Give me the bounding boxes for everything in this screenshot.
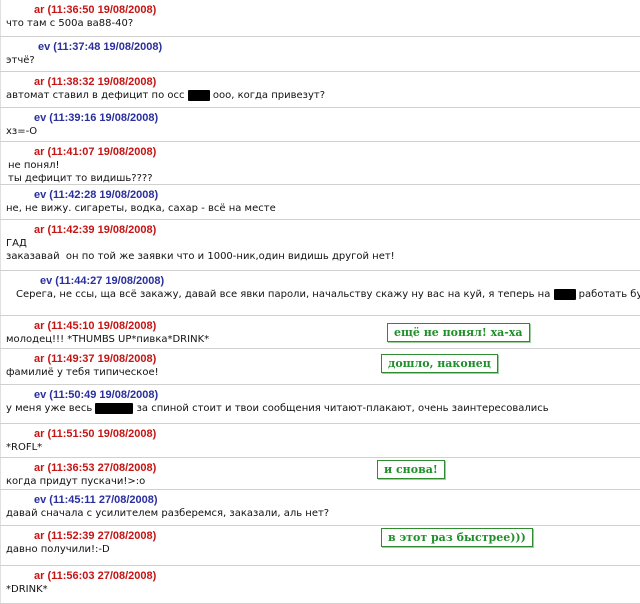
message-header: ar (11:52:39 27/08/2008) [34, 530, 157, 542]
message-header: ar (11:41:07 19/08/2008) [34, 146, 157, 158]
message-row: ar (11:52:39 27/08/2008) давно получили!:… [0, 526, 640, 566]
message-text: у меня уже весь за спиной стоит и твои с… [6, 402, 549, 414]
chat-log: ar (11:36:50 19/08/2008) что там с 500а в… [0, 0, 640, 604]
message-text: не, не вижу. сигареты, водка, сахар - вс… [6, 203, 276, 214]
message-header: ar (11:45:10 19/08/2008) [34, 320, 157, 332]
message-row: ev (11:44:27 19/08/2008) Серега, не ссы, … [0, 271, 640, 316]
message-row: ar (11:36:53 27/08/2008) когда придут пус… [0, 458, 640, 490]
message-row: ar (11:42:39 19/08/2008) ГАД заказавай он … [0, 220, 640, 271]
message-row: ev (11:42:28 19/08/2008) не, не вижу. сиг… [0, 185, 640, 220]
message-header: ev (11:50:49 19/08/2008) [34, 389, 159, 401]
message-header: ar (11:36:50 19/08/2008) [34, 4, 157, 16]
message-text: что там с 500а ва88-40? [6, 18, 134, 29]
message-row: ar (11:56:03 27/08/2008) *DRINK* [0, 566, 640, 604]
message-text: ты дефицит то видишь???? [8, 173, 153, 184]
message-text: давно получили!:-D [6, 544, 110, 555]
message-row: ev (11:37:48 19/08/2008) этчё? [0, 37, 640, 72]
message-header: ev (11:45:11 27/08/2008) [34, 494, 158, 506]
message-row: ar (11:38:32 19/08/2008) автомат ставил в… [0, 72, 640, 108]
message-text: *DRINK* [6, 584, 48, 595]
censor-block [95, 402, 134, 414]
message-row: ar (11:36:50 19/08/2008) что там с 500а в… [0, 0, 640, 37]
message-row: ar (11:49:37 19/08/2008) фамилиё у тебя т… [0, 349, 640, 385]
annotation-note: дошло, наконец [381, 354, 498, 373]
message-text: Серега, не ссы, ща всё закажу, давай все… [16, 288, 640, 300]
message-row: ar (11:45:10 19/08/2008) молодец!!! *THUM… [0, 316, 640, 349]
message-text: заказавай он по той же заявки что и 1000… [6, 251, 395, 262]
message-header: ar (11:51:50 19/08/2008) [34, 428, 157, 440]
message-row: ev (11:39:16 19/08/2008) хз=-О [0, 108, 640, 142]
message-text: автомат ставил в дефицит по осс ооо, ког… [6, 89, 326, 101]
message-text: этчё? [6, 55, 35, 66]
message-text: хз=-О [6, 126, 38, 137]
message-header: ar (11:49:37 19/08/2008) [34, 353, 157, 365]
message-header: ar (11:42:39 19/08/2008) [34, 224, 157, 236]
message-row: ar (11:51:50 19/08/2008) *ROFL* [0, 424, 640, 458]
message-header: ev (11:37:48 19/08/2008) [38, 41, 163, 53]
censor-block [187, 89, 210, 101]
message-row: ev (11:45:11 27/08/2008) давай сначала с … [0, 490, 640, 526]
message-row: ar (11:41:07 19/08/2008) не понял! ты дефи… [0, 142, 640, 185]
message-header: ar (11:36:53 27/08/2008) [34, 462, 157, 474]
message-row: ev (11:50:49 19/08/2008) у меня уже весь … [0, 385, 640, 424]
message-text: молодец!!! *THUMBS UP*пивка*DRINK* [6, 334, 210, 345]
message-text: не понял! [8, 160, 60, 171]
message-header: ar (11:56:03 27/08/2008) [34, 570, 157, 582]
annotation-note: и снова! [377, 460, 445, 479]
message-text: давай сначала с усилителем разберемся, з… [6, 508, 330, 519]
message-text: ГАД [6, 238, 27, 249]
message-header: ev (11:42:28 19/08/2008) [34, 189, 159, 201]
message-header: ev (11:39:16 19/08/2008) [34, 112, 159, 124]
annotation-note: в этот раз быстрее))) [381, 528, 533, 547]
message-header: ar (11:38:32 19/08/2008) [34, 76, 157, 88]
censor-block [553, 288, 576, 300]
message-header: ev (11:44:27 19/08/2008) [40, 275, 165, 287]
message-text: *ROFL* [6, 442, 43, 453]
annotation-note: ещё не понял! ха-ха [387, 323, 530, 342]
message-text: когда придут пускачи!>:о [6, 476, 146, 487]
message-text: фамилиё у тебя типическое! [6, 367, 159, 378]
